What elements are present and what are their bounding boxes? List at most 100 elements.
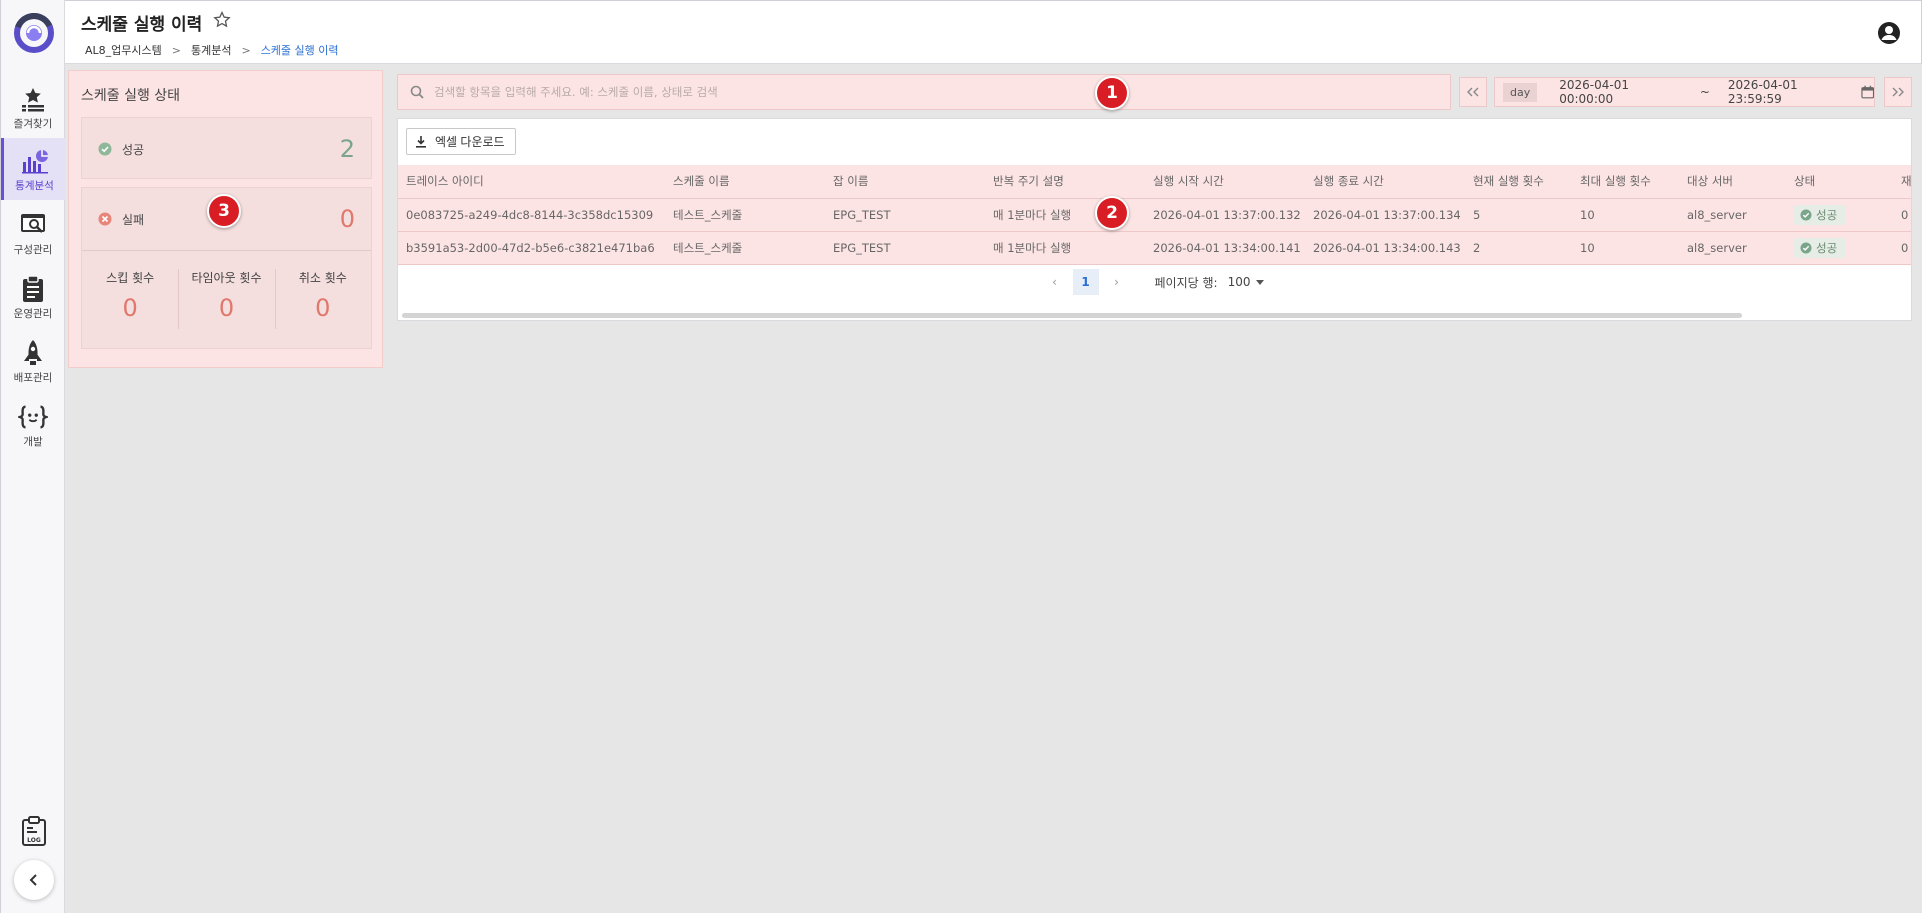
cell-status: 성공 — [1786, 198, 1893, 232]
sidebar-item-label: 구성관리 — [13, 244, 53, 256]
clipboard-icon — [18, 274, 48, 304]
caret-down-icon — [1256, 279, 1265, 285]
annotation-marker-3: 3 — [207, 194, 241, 228]
column-header[interactable]: 실행 종료 시간 — [1305, 165, 1465, 199]
success-label: 성공 — [122, 142, 145, 157]
left-nav-rail: 즐겨찾기 통계분석 구성관리 운영관리 배포관리 개발 LOG — [0, 0, 65, 913]
column-header[interactable]: 반복 주기 설명 — [985, 165, 1145, 199]
cell-schedule-name: 테스트_스케줄 — [665, 198, 825, 232]
stat-value: 0 — [218, 294, 235, 322]
date-range-picker[interactable]: day 2026-04-01 00:00:00 ~ 2026-04-01 23:… — [1494, 77, 1875, 107]
calendar-icon[interactable] — [1860, 85, 1874, 99]
history-table-card: 엑셀 다운로드 트레이스 아이디 스케줄 이름 잡 이름 반복 주기 설명 실행… — [397, 118, 1912, 321]
column-header[interactable]: 잡 이름 — [825, 165, 985, 199]
cell-status: 성공 — [1786, 231, 1893, 265]
cell-end-time: 2026-04-01 13:34:00.143 — [1305, 231, 1465, 265]
fail-count: 0 — [339, 205, 355, 233]
sidebar-item-label: 배포관리 — [13, 372, 53, 384]
excel-download-label: 엑셀 다운로드 — [435, 135, 505, 149]
search-icon — [410, 85, 424, 99]
date-next-button[interactable] — [1884, 77, 1912, 107]
breadcrumb-separator-icon: > — [171, 43, 181, 57]
status-badge-label: 성공 — [1816, 240, 1838, 255]
cell-retry: 0 — [1893, 231, 1911, 265]
cell-current-count: 2 — [1465, 231, 1572, 265]
cell-trace-id: b3591a53-2d00-47d2-b5e6-c3821e471ba6 — [398, 231, 665, 265]
collapse-sidebar-button[interactable] — [14, 860, 54, 900]
rows-per-page-select[interactable]: 100 — [1228, 275, 1265, 289]
double-chevron-right-icon — [1892, 87, 1904, 97]
cell-target-server: al8_server — [1679, 198, 1786, 232]
sidebar-item-development[interactable]: 개발 — [1, 394, 65, 456]
date-prev-button[interactable] — [1459, 77, 1487, 107]
search-input[interactable] — [434, 85, 1334, 99]
column-header[interactable]: 실행 시작 시간 — [1145, 165, 1305, 199]
stat-label: 타임아웃 횟수 — [191, 271, 262, 285]
stat-label: 취소 횟수 — [298, 271, 347, 285]
sidebar-item-label: 개발 — [23, 436, 43, 448]
check-circle-icon — [1800, 242, 1812, 253]
log-icon[interactable]: LOG — [20, 816, 48, 846]
column-header[interactable]: 최대 실행 횟수 — [1572, 165, 1679, 199]
sidebar-item-config[interactable]: 구성관리 — [1, 202, 65, 264]
cell-schedule-name: 테스트_스케줄 — [665, 231, 825, 265]
annotation-marker-2: 2 — [1095, 196, 1129, 230]
horizontal-scrollbar[interactable] — [402, 313, 1742, 318]
app-logo[interactable] — [14, 13, 54, 53]
sidebar-item-label: 운영관리 — [13, 308, 53, 320]
breadcrumb-item-current[interactable]: 스케줄 실행 이력 — [261, 42, 339, 58]
sidebar-item-operations[interactable]: 운영관리 — [1, 266, 65, 328]
status-badge-label: 성공 — [1816, 207, 1838, 222]
star-list-icon — [18, 84, 48, 114]
cell-job-name: EPG_TEST — [825, 231, 985, 265]
success-count: 2 — [339, 135, 355, 163]
download-icon — [416, 136, 426, 148]
column-header[interactable]: 트레이스 아이디 — [398, 165, 665, 199]
prev-page-chevron-icon[interactable]: ‹ — [1045, 275, 1065, 289]
sub-stats: 스킵 횟수 0 타임아웃 횟수 0 취소 횟수 0 — [82, 251, 371, 349]
excel-download-button[interactable]: 엑셀 다운로드 — [406, 128, 516, 155]
sidebar-item-deploy[interactable]: 배포관리 — [1, 330, 65, 392]
table-row[interactable]: b3591a53-2d00-47d2-b5e6-c3821e471ba6 테스트… — [398, 231, 1911, 265]
page-number-button[interactable]: 1 — [1072, 269, 1099, 295]
column-header[interactable]: 스케줄 이름 — [665, 165, 825, 199]
date-to[interactable]: 2026-04-01 23:59:59 — [1728, 78, 1851, 106]
breadcrumb-item-system[interactable]: AL8_업무시스템 — [85, 42, 162, 58]
search-bar — [397, 74, 1451, 110]
cell-current-count: 5 — [1465, 198, 1572, 232]
cell-repeat-desc: 매 1분마다 실행 — [985, 231, 1145, 265]
date-from[interactable]: 2026-04-01 00:00:00 — [1559, 78, 1682, 106]
date-unit-select[interactable]: day — [1503, 82, 1538, 102]
breadcrumb-item-statistics[interactable]: 통계분석 — [191, 42, 231, 58]
code-braces-icon — [18, 402, 48, 432]
sidebar-item-statistics[interactable]: 통계분석 — [1, 138, 65, 200]
cancel-stat: 취소 횟수 0 — [274, 251, 371, 349]
column-header[interactable]: 대상 서버 — [1679, 165, 1786, 199]
breadcrumb: AL8_업무시스템 > 통계분석 > 스케줄 실행 이력 — [85, 42, 339, 58]
error-circle-icon — [98, 212, 112, 226]
success-card: 성공 2 — [81, 117, 372, 179]
status-badge: 성공 — [1794, 237, 1846, 258]
sidebar-item-favorites[interactable]: 즐겨찾기 — [1, 76, 65, 138]
cell-max-count: 10 — [1572, 231, 1679, 265]
skip-stat: 스킵 횟수 0 — [82, 251, 178, 349]
cell-target-server: al8_server — [1679, 231, 1786, 265]
table-row[interactable]: 0e083725-a249-4dc8-8144-3c358dc15309 테스트… — [398, 198, 1911, 232]
cell-start-time: 2026-04-01 13:37:00.132 — [1145, 198, 1305, 232]
column-header[interactable]: 상태 — [1786, 165, 1893, 199]
status-badge: 성공 — [1794, 204, 1846, 225]
double-chevron-left-icon — [1467, 87, 1479, 97]
cell-start-time: 2026-04-01 13:34:00.141 — [1145, 231, 1305, 265]
rocket-icon — [18, 338, 48, 368]
status-panel-title: 스케줄 실행 상태 — [81, 88, 181, 104]
favorite-star-icon[interactable] — [213, 10, 231, 29]
user-account-icon[interactable] — [1877, 21, 1901, 45]
cell-end-time: 2026-04-01 13:37:00.134 — [1305, 198, 1465, 232]
column-header[interactable]: 재 — [1893, 165, 1911, 199]
stat-value: 0 — [122, 294, 138, 322]
stat-label: 스킵 횟수 — [106, 271, 155, 285]
next-page-chevron-icon[interactable]: › — [1107, 275, 1127, 289]
column-header[interactable]: 현재 실행 횟수 — [1465, 165, 1572, 199]
sidebar-item-label: 통계분석 — [15, 180, 54, 192]
cell-job-name: EPG_TEST — [825, 198, 985, 232]
